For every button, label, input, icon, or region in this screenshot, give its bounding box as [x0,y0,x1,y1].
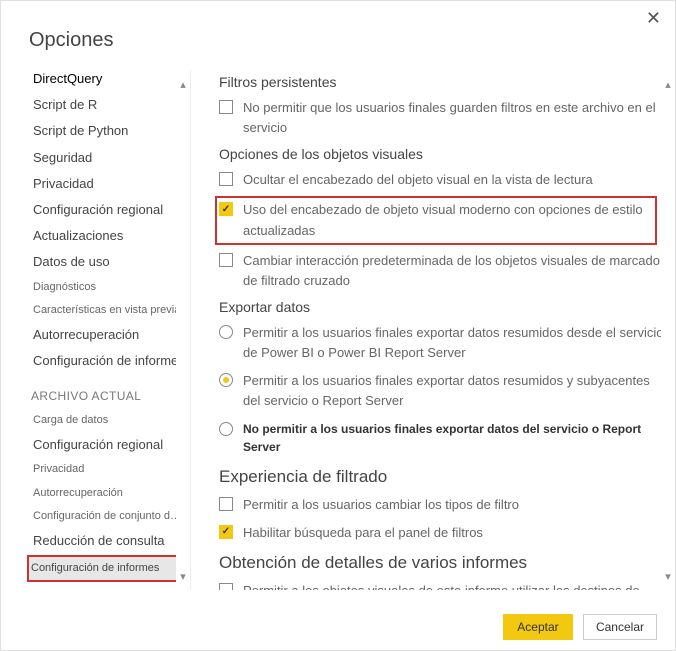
chevron-down-icon[interactable]: ▾ [661,568,675,584]
opt-export-all[interactable]: Permitir a los usuarios finales exportar… [219,371,665,411]
sidebar-item-directquery[interactable]: DirectQuery [31,70,186,92]
opt-label: Permitir a los usuarios finales exportar… [243,371,665,411]
sidebar-item-reportconfig[interactable]: Configuración de informes [31,348,186,374]
radio-icon[interactable] [219,422,233,436]
group-export: Exportar datos [219,299,665,315]
sidebar-section-currentfile: ARCHIVO ACTUAL [31,389,186,403]
sidebar-item-autorecover2[interactable]: Autorrecuperación [31,482,186,505]
sidebar-item-dataset[interactable]: Configuración de conjunto de datos publi… [31,505,186,528]
opt-no-save-filters[interactable]: No permitir que los usuarios finales gua… [219,98,665,138]
sidebar-item-queryreduction[interactable]: Reducción de consulta [31,528,186,554]
opt-label: Permitir a los objetos visuales de este … [243,581,665,590]
opt-label: Uso del encabezado de objeto visual mode… [243,200,653,240]
opt-change-filter-types[interactable]: Permitir a los usuarios cambiar los tipo… [219,495,665,515]
opt-export-none[interactable]: No permitir a los usuarios finales expor… [219,420,665,457]
opt-export-summary[interactable]: Permitir a los usuarios finales exportar… [219,323,665,363]
checkbox-icon[interactable] [219,172,233,186]
sidebar-item-r[interactable]: Script de R [31,92,186,118]
checkbox-checked-icon[interactable] [219,202,233,216]
opt-modern-header[interactable]: Uso del encabezado de objeto visual mode… [217,198,655,242]
sidebar-scrollbar[interactable]: ▴ ▾ [176,70,190,590]
content-scrollbar[interactable]: ▴ ▾ [661,70,675,590]
group-drillthrough: Obtención de detalles de varios informes [219,553,665,573]
sidebar-item-usage[interactable]: Datos de uso [31,249,186,275]
checkbox-icon[interactable] [219,253,233,267]
group-filter-exp: Experiencia de filtrado [219,467,665,487]
ok-button[interactable]: Aceptar [503,614,573,640]
checkbox-icon[interactable] [219,583,233,590]
chevron-down-icon[interactable]: ▾ [176,568,190,584]
sidebar-item-security[interactable]: Seguridad [31,145,186,171]
radio-checked-icon[interactable] [219,373,233,387]
opt-cross-filter[interactable]: Cambiar interacción predeterminada de lo… [219,251,665,291]
dialog-body: DirectQuery Script de R Script de Python… [1,70,675,590]
sidebar-item-diag[interactable]: Diagnósticos [31,276,186,299]
cancel-button[interactable]: Cancelar [583,614,657,640]
sidebar-item-regional2[interactable]: Configuración regional [31,432,186,458]
opt-label: Permitir a los usuarios cambiar los tipo… [243,495,665,515]
sidebar-item-dataload[interactable]: Carga de datos [31,409,186,432]
chevron-up-icon[interactable]: ▴ [661,76,675,92]
opt-label: Permitir a los usuarios finales exportar… [243,323,665,363]
sidebar-item-reportsettings[interactable]: Configuración de informes [29,557,188,580]
group-visual-options: Opciones de los objetos visuales [219,146,665,162]
sidebar-item-preview[interactable]: Características en vista previa [31,299,186,322]
radio-icon[interactable] [219,325,233,339]
opt-label: Ocultar el encabezado del objeto visual … [243,170,665,190]
content-pane: Filtros persistentes No permitir que los… [191,70,675,590]
options-dialog: ✕ Opciones DirectQuery Script de R Scrip… [0,0,676,651]
checkbox-icon[interactable] [219,100,233,114]
checkbox-checked-icon[interactable] [219,525,233,539]
sidebar: DirectQuery Script de R Script de Python… [1,70,191,590]
dialog-footer: Aceptar Cancelar [503,614,657,640]
opt-allow-drillthrough[interactable]: Permitir a los objetos visuales de este … [219,581,665,590]
sidebar-item-updates[interactable]: Actualizaciones [31,223,186,249]
sidebar-item-autorecover[interactable]: Autorrecuperación [31,322,186,348]
opt-label: No permitir que los usuarios finales gua… [243,98,665,138]
sidebar-item-privacy[interactable]: Privacidad [31,171,186,197]
close-icon[interactable]: ✕ [646,9,661,27]
checkbox-icon[interactable] [219,497,233,511]
sidebar-item-regional[interactable]: Configuración regional [31,197,186,223]
opt-label: No permitir a los usuarios finales expor… [243,420,665,457]
group-persistent-filters: Filtros persistentes [219,74,665,90]
opt-label: Cambiar interacción predeterminada de lo… [243,251,665,291]
chevron-up-icon[interactable]: ▴ [176,76,190,92]
opt-hide-header[interactable]: Ocultar el encabezado del objeto visual … [219,170,665,190]
opt-enable-search[interactable]: Habilitar búsqueda para el panel de filt… [219,523,665,543]
dialog-title: Opciones [1,1,675,70]
sidebar-item-privacy2[interactable]: Privacidad [31,458,186,481]
opt-label: Habilitar búsqueda para el panel de filt… [243,523,665,543]
sidebar-item-python[interactable]: Script de Python [31,118,186,144]
